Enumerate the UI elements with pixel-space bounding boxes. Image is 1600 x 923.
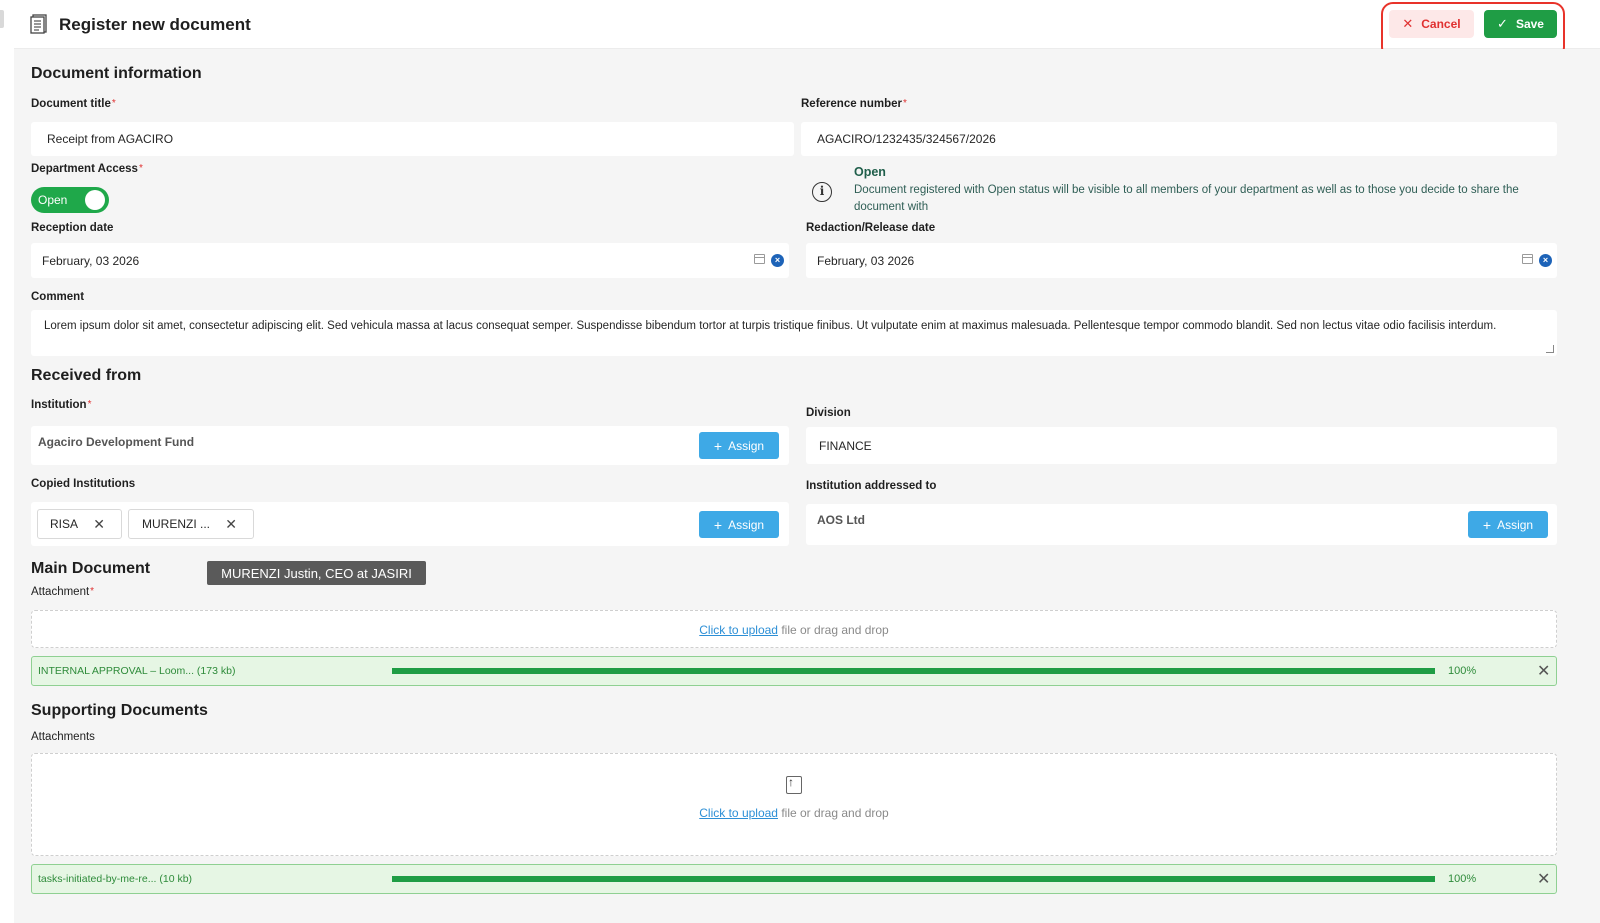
- reception-date-label: Reception date: [31, 222, 114, 234]
- progress-percent: 100%: [1448, 665, 1477, 677]
- file-name: tasks-initiated-by-me-re... (10 kb): [38, 873, 193, 885]
- file-name: INTERNAL APPROVAL – Loom... (173 kb): [38, 665, 236, 677]
- clear-date-icon[interactable]: ×: [771, 254, 784, 267]
- chip-tooltip: MURENZI Justin, CEO at JASIRI: [207, 561, 426, 585]
- remove-file-icon[interactable]: ✕: [1537, 869, 1550, 889]
- main-document-dropzone[interactable]: Click to upload file or drag and drop: [31, 610, 1557, 648]
- resize-handle-icon[interactable]: [1546, 345, 1554, 353]
- document-title-input[interactable]: Receipt from AGACIRO: [31, 122, 794, 156]
- section-title-document-information: Document information: [31, 65, 202, 82]
- progress-fill: [392, 876, 1435, 882]
- remove-chip-icon[interactable]: ✕: [225, 516, 237, 533]
- progress-fill: [392, 668, 1435, 674]
- institution-field[interactable]: Agaciro Development Fund: [31, 426, 789, 465]
- access-info-text: Document registered with Open status wil…: [854, 184, 1519, 213]
- addressed-to-field[interactable]: AOS Ltd: [806, 504, 1557, 545]
- progress-percent: 100%: [1448, 873, 1477, 885]
- section-title-main-document: Main Document: [31, 560, 151, 577]
- document-title-label: Document title*: [31, 98, 116, 110]
- access-info-panel: i Open Document registered with Open sta…: [800, 157, 1557, 217]
- upload-progress-bar: [392, 668, 1435, 674]
- reference-number-input[interactable]: AGACIRO/1232435/324567/2026: [801, 122, 1557, 156]
- comment-textarea[interactable]: Lorem ipsum dolor sit amet, consectetur …: [31, 310, 1557, 356]
- click-to-upload-link[interactable]: Click to upload: [699, 806, 778, 820]
- access-info-title: Open: [854, 165, 886, 179]
- department-access-toggle[interactable]: Open: [31, 187, 109, 213]
- page-header: Register new document: [14, 0, 1600, 49]
- calendar-icon[interactable]: [1522, 254, 1533, 264]
- institution-chip[interactable]: RISA ✕: [37, 509, 122, 539]
- institution-chip[interactable]: MURENZI ... ✕: [128, 509, 254, 539]
- department-access-label: Department Access*: [31, 163, 143, 175]
- release-date-label: Redaction/Release date: [806, 222, 936, 234]
- release-date-picker[interactable]: February, 03 2026: [806, 243, 1557, 278]
- attachments-label: Attachments: [31, 731, 95, 743]
- assign-copied-institution-button[interactable]: + Assign: [699, 511, 779, 538]
- assign-addressed-to-button[interactable]: + Assign: [1468, 511, 1548, 538]
- toggle-knob: [85, 190, 105, 210]
- upload-icon: [786, 775, 802, 794]
- uploaded-file-row: tasks-initiated-by-me-re... (10 kb) 100%…: [31, 864, 1557, 894]
- division-label: Division: [806, 407, 851, 419]
- document-icon: [30, 14, 47, 34]
- page-title: Register new document: [59, 15, 251, 34]
- supporting-documents-dropzone[interactable]: Click to upload file or drag and drop: [31, 753, 1557, 856]
- plus-icon: +: [1482, 516, 1492, 533]
- comment-label: Comment: [31, 291, 85, 303]
- attachment-label: Attachment*: [31, 586, 95, 598]
- plus-icon: +: [713, 516, 723, 533]
- click-to-upload-link[interactable]: Click to upload: [699, 623, 778, 637]
- uploaded-file-row: INTERNAL APPROVAL – Loom... (173 kb) 100…: [31, 656, 1557, 686]
- assign-institution-button[interactable]: + Assign: [699, 432, 779, 459]
- addressed-to-label: Institution addressed to: [806, 480, 937, 492]
- upload-progress-bar: [392, 876, 1435, 882]
- window-edge: [0, 10, 4, 28]
- section-title-supporting-documents: Supporting Documents: [31, 702, 208, 719]
- division-field[interactable]: FINANCE: [806, 427, 1557, 464]
- calendar-icon[interactable]: [754, 254, 765, 264]
- clear-date-icon[interactable]: ×: [1539, 254, 1552, 267]
- copied-institutions-label: Copied Institutions: [31, 478, 136, 490]
- remove-file-icon[interactable]: ✕: [1537, 661, 1550, 681]
- reception-date-picker[interactable]: February, 03 2026: [31, 243, 789, 278]
- remove-chip-icon[interactable]: ✕: [93, 516, 105, 533]
- reference-number-label: Reference number*: [801, 98, 907, 110]
- section-title-received-from: Received from: [31, 367, 142, 384]
- institution-label: Institution*: [31, 399, 92, 411]
- plus-icon: +: [713, 437, 723, 454]
- info-icon: i: [812, 182, 832, 202]
